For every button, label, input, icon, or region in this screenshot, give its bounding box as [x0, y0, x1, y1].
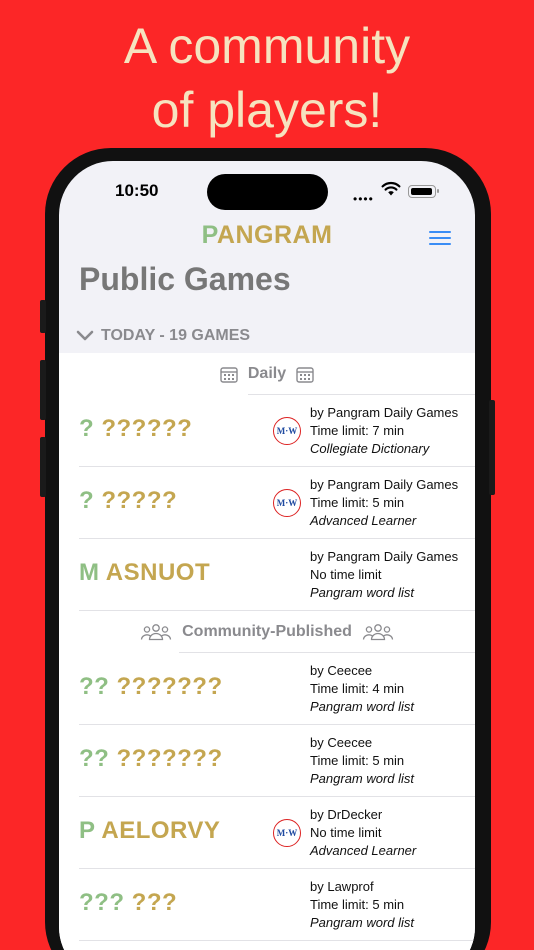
game-time-limit: Time limit: 7 min	[310, 423, 405, 438]
game-row[interactable]: M ASNUOT by Pangram Daily Games No time …	[59, 539, 475, 611]
game-info: by Ceecee Time limit: 4 min Pangram word…	[310, 662, 414, 716]
status-time: 10:50	[115, 181, 159, 200]
merriam-webster-icon: M·W	[273, 417, 301, 445]
promo-headline: A community of players!	[0, 14, 534, 142]
outer-letters: ASNUOT	[105, 559, 211, 586]
page-title: Public Games	[79, 261, 291, 297]
wifi-icon	[381, 181, 401, 196]
game-author: by DrDecker	[310, 807, 383, 822]
center-letter: P	[79, 817, 96, 844]
menu-icon-bar	[429, 237, 451, 239]
daily-label: Daily	[247, 365, 287, 382]
section-toggle-today[interactable]: TODAY - 19 GAMES	[75, 325, 250, 347]
menu-icon-bar	[429, 243, 451, 245]
game-row[interactable]: ?? ??????? by Ceecee Time limit: 4 min P…	[59, 653, 475, 725]
center-letter: ???	[79, 889, 125, 916]
puzzle-letters: M ASNUOT	[79, 559, 210, 587]
app-title: PANGRAM	[59, 221, 475, 250]
game-row[interactable]: P AELORVY M·W by DrDecker No time limit …	[59, 797, 475, 869]
game-dictionary: Pangram word list	[310, 699, 415, 714]
app-screen: 10:50 •••• PANGRAM Public Games TODAY - …	[59, 161, 475, 950]
game-dictionary: Advanced Learner	[310, 843, 417, 858]
game-info: by Pangram Daily Games Time limit: 5 min…	[310, 476, 458, 530]
game-author: by Ceecee	[310, 663, 373, 678]
puzzle-letters: ?? ???????	[79, 673, 223, 701]
divider	[79, 940, 475, 941]
game-dictionary: Pangram word list	[310, 915, 415, 930]
game-row[interactable]: ? ????? M·W by Pangram Daily Games Time …	[59, 467, 475, 539]
calendar-icon	[296, 366, 314, 383]
game-row[interactable]: ?? ??????? by Ceecee Time limit: 5 min P…	[59, 725, 475, 797]
game-row[interactable]: ??? ??? by Lawprof Time limit: 5 min Pan…	[59, 869, 475, 941]
merriam-webster-icon: M·W	[273, 489, 301, 517]
daily-subheader: Daily	[59, 353, 475, 395]
game-time-limit: Time limit: 5 min	[310, 753, 405, 768]
game-row[interactable]: ? ?????? M·W by Pangram Daily Games Time…	[59, 395, 475, 467]
app-title-letter: P	[201, 221, 217, 249]
center-letter: ??	[79, 673, 110, 700]
game-info: by Lawprof Time limit: 5 min Pangram wor…	[310, 878, 414, 932]
game-author: by Ceecee	[310, 735, 373, 750]
puzzle-letters: ? ?????	[79, 487, 177, 515]
game-dictionary: Advanced Learner	[310, 513, 417, 528]
puzzle-letters: ??? ???	[79, 889, 177, 917]
game-time-limit: Time limit: 4 min	[310, 681, 405, 696]
menu-icon	[429, 231, 451, 233]
game-dictionary: Collegiate Dictionary	[310, 441, 430, 456]
outer-letters: ???	[131, 889, 178, 916]
game-time-limit: No time limit	[310, 567, 382, 582]
people-group-icon	[140, 624, 172, 641]
status-bar: 10:50 ••••	[59, 161, 475, 219]
games-list: Daily ? ?????? M·W by Pangram Daily Game…	[59, 353, 475, 950]
game-info: by Pangram Daily Games No time limit Pan…	[310, 548, 458, 602]
game-info: by DrDecker No time limit Advanced Learn…	[310, 806, 416, 860]
center-letter: ??	[79, 745, 110, 772]
headline-line-1: A community	[123, 18, 411, 74]
game-time-limit: No time limit	[310, 825, 382, 840]
outer-letters: AELORVY	[101, 817, 221, 844]
game-info: by Pangram Daily Games Time limit: 7 min…	[310, 404, 458, 458]
game-author: by Pangram Daily Games	[310, 405, 459, 420]
game-dictionary: Pangram word list	[310, 585, 415, 600]
game-time-limit: Time limit: 5 min	[310, 495, 405, 510]
puzzle-letters: P AELORVY	[79, 817, 220, 845]
people-group-icon	[362, 624, 394, 641]
center-letter: ?	[79, 487, 95, 514]
outer-letters: ??????	[101, 415, 193, 442]
game-info: by Ceecee Time limit: 5 min Pangram word…	[310, 734, 414, 788]
phone-side-button	[40, 437, 46, 497]
community-label: Community-Published	[182, 623, 352, 640]
headline-line-2: of players!	[151, 82, 383, 138]
game-author: by Pangram Daily Games	[310, 477, 459, 492]
menu-button[interactable]	[429, 230, 453, 246]
outer-letters: ???????	[116, 673, 223, 700]
cellular-signal-icon: ••••	[353, 192, 374, 206]
phone-side-button	[489, 400, 495, 495]
game-author: by Pangram Daily Games	[310, 549, 459, 564]
outer-letters: ?????	[101, 487, 178, 514]
section-label: TODAY - 19 GAMES	[101, 327, 251, 344]
app-title-rest: ANGRAM	[216, 221, 333, 249]
outer-letters: ???????	[116, 745, 223, 772]
puzzle-letters: ?? ???????	[79, 745, 223, 773]
calendar-icon	[220, 366, 238, 383]
center-letter: ?	[79, 415, 95, 442]
dynamic-island	[207, 174, 328, 210]
center-letter: M	[79, 559, 100, 586]
game-time-limit: Time limit: 5 min	[310, 897, 405, 912]
game-dictionary: Pangram word list	[310, 771, 415, 786]
chevron-down-icon	[76, 330, 94, 341]
merriam-webster-icon: M·W	[273, 819, 301, 847]
phone-side-button	[40, 300, 46, 333]
game-author: by Lawprof	[310, 879, 374, 894]
community-subheader: Community-Published	[59, 611, 475, 653]
battery-icon	[408, 185, 439, 198]
phone-side-button	[40, 360, 46, 420]
puzzle-letters: ? ??????	[79, 415, 192, 443]
